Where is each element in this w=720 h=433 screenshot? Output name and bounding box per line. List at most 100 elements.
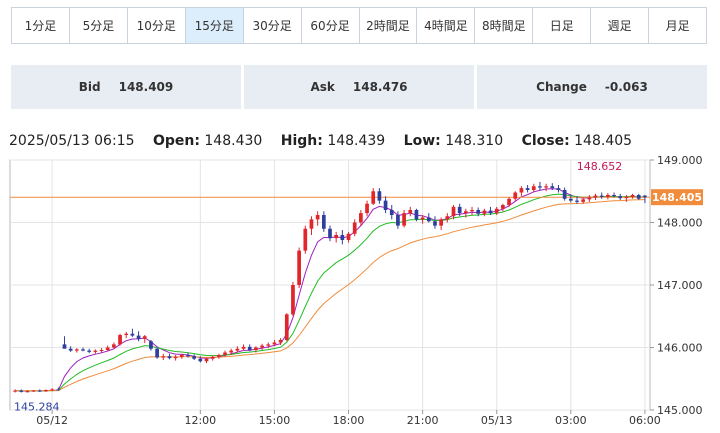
tab-timeframe[interactable]: 30分足 <box>243 8 302 43</box>
candle-body[interactable] <box>315 215 320 220</box>
candle-body[interactable] <box>433 221 437 226</box>
tab-timeframe[interactable]: 15分足 <box>185 8 244 43</box>
candle-body[interactable] <box>420 217 425 220</box>
candle-body[interactable] <box>476 210 481 214</box>
candle-body[interactable] <box>217 355 221 357</box>
candle-body[interactable] <box>414 210 419 220</box>
candle-body[interactable] <box>624 196 629 199</box>
tab-timeframe[interactable]: 4時間足 <box>417 8 476 43</box>
candle-body[interactable] <box>389 210 394 215</box>
candle-body[interactable] <box>426 217 431 222</box>
candle-body[interactable] <box>396 215 400 226</box>
candle-body[interactable] <box>254 347 258 351</box>
candle-body[interactable] <box>25 391 30 393</box>
candle-body[interactable] <box>562 190 567 199</box>
candle-body[interactable] <box>501 205 505 209</box>
candle-body[interactable] <box>173 356 178 359</box>
candle-body[interactable] <box>593 195 598 198</box>
candle-body[interactable] <box>575 200 579 202</box>
tab-timeframe[interactable]: 日足 <box>533 8 592 43</box>
candle-body[interactable] <box>149 341 153 349</box>
candle-body[interactable] <box>210 356 215 359</box>
candle-body[interactable] <box>118 335 122 345</box>
candle-body[interactable] <box>328 228 332 239</box>
candle-body[interactable] <box>408 210 413 214</box>
candle-body[interactable] <box>550 186 555 189</box>
candle-body[interactable] <box>352 222 357 234</box>
candle-body[interactable] <box>494 208 499 214</box>
candle-body[interactable] <box>334 235 339 239</box>
candle-body[interactable] <box>130 333 135 336</box>
candle-body[interactable] <box>167 356 172 359</box>
candle-body[interactable] <box>229 350 234 353</box>
candle-body[interactable] <box>383 200 388 210</box>
candle-body[interactable] <box>402 213 406 226</box>
candle-body[interactable] <box>340 235 345 240</box>
candle-body[interactable] <box>99 350 104 351</box>
candle-body[interactable] <box>531 186 536 190</box>
candle-body[interactable] <box>105 347 110 351</box>
candle-body[interactable] <box>346 233 351 240</box>
tab-timeframe[interactable]: 60分足 <box>301 8 360 43</box>
candle-body[interactable] <box>161 356 166 358</box>
candle-body[interactable] <box>136 335 141 339</box>
candle-body[interactable] <box>37 390 42 392</box>
candle-body[interactable] <box>31 390 36 392</box>
candle-body[interactable] <box>643 195 647 198</box>
candle-body[interactable] <box>223 352 227 356</box>
candle-body[interactable] <box>581 199 586 202</box>
candle-body[interactable] <box>13 390 17 392</box>
candle-body[interactable] <box>74 349 79 351</box>
candle-body[interactable] <box>568 198 573 201</box>
candle-body[interactable] <box>235 348 240 351</box>
candle-body[interactable] <box>371 191 376 204</box>
candle-body[interactable] <box>56 389 61 391</box>
tab-timeframe[interactable]: 週足 <box>591 8 650 43</box>
candle-body[interactable] <box>112 344 116 348</box>
candle-body[interactable] <box>618 196 623 199</box>
tab-timeframe[interactable]: 1分足 <box>12 8 70 43</box>
candle-body[interactable] <box>612 195 616 197</box>
candle-body[interactable] <box>599 195 604 197</box>
candle-body[interactable] <box>291 285 295 315</box>
candle-body[interactable] <box>303 228 308 251</box>
candle-body[interactable] <box>587 197 592 200</box>
candle-body[interactable] <box>556 188 561 190</box>
candle-body[interactable] <box>124 333 129 335</box>
candle-body[interactable] <box>68 348 73 351</box>
candle-body[interactable] <box>630 195 635 197</box>
candle-body[interactable] <box>179 355 184 357</box>
candle-body[interactable] <box>470 210 474 212</box>
candle-body[interactable] <box>488 210 493 214</box>
candle-body[interactable] <box>198 358 203 362</box>
candle-body[interactable] <box>278 340 283 343</box>
candle-body[interactable] <box>445 216 450 220</box>
candle-body[interactable] <box>457 206 462 214</box>
tab-timeframe[interactable]: 5分足 <box>69 8 128 43</box>
candle-body[interactable] <box>513 192 518 199</box>
price-chart[interactable]: 149.000 148.000 147.000 146.000 145.000 05/12… <box>0 152 720 433</box>
candle-body[interactable] <box>93 350 98 352</box>
candle-body[interactable] <box>284 314 289 340</box>
candle-body[interactable] <box>636 195 641 199</box>
candle-body[interactable] <box>309 219 314 229</box>
candle-body[interactable] <box>247 346 252 350</box>
candle-body[interactable] <box>519 188 524 193</box>
candle-body[interactable] <box>451 206 456 217</box>
candle-body[interactable] <box>321 215 326 229</box>
candle-body[interactable] <box>482 210 487 214</box>
candle-body[interactable] <box>606 195 610 197</box>
candle-body[interactable] <box>297 250 301 285</box>
candle-body[interactable] <box>50 389 54 391</box>
candle-body[interactable] <box>266 344 271 346</box>
candle-body[interactable] <box>186 355 190 357</box>
candle-body[interactable] <box>81 349 85 351</box>
candle-body[interactable] <box>538 186 542 188</box>
candle-body[interactable] <box>463 211 468 214</box>
candle-body[interactable] <box>507 198 511 205</box>
candle-body[interactable] <box>260 345 264 348</box>
tab-timeframe[interactable]: 2時間足 <box>359 8 418 43</box>
tab-timeframe[interactable]: 10分足 <box>127 8 186 43</box>
candle-body[interactable] <box>44 390 48 392</box>
candle-body[interactable] <box>62 344 67 349</box>
